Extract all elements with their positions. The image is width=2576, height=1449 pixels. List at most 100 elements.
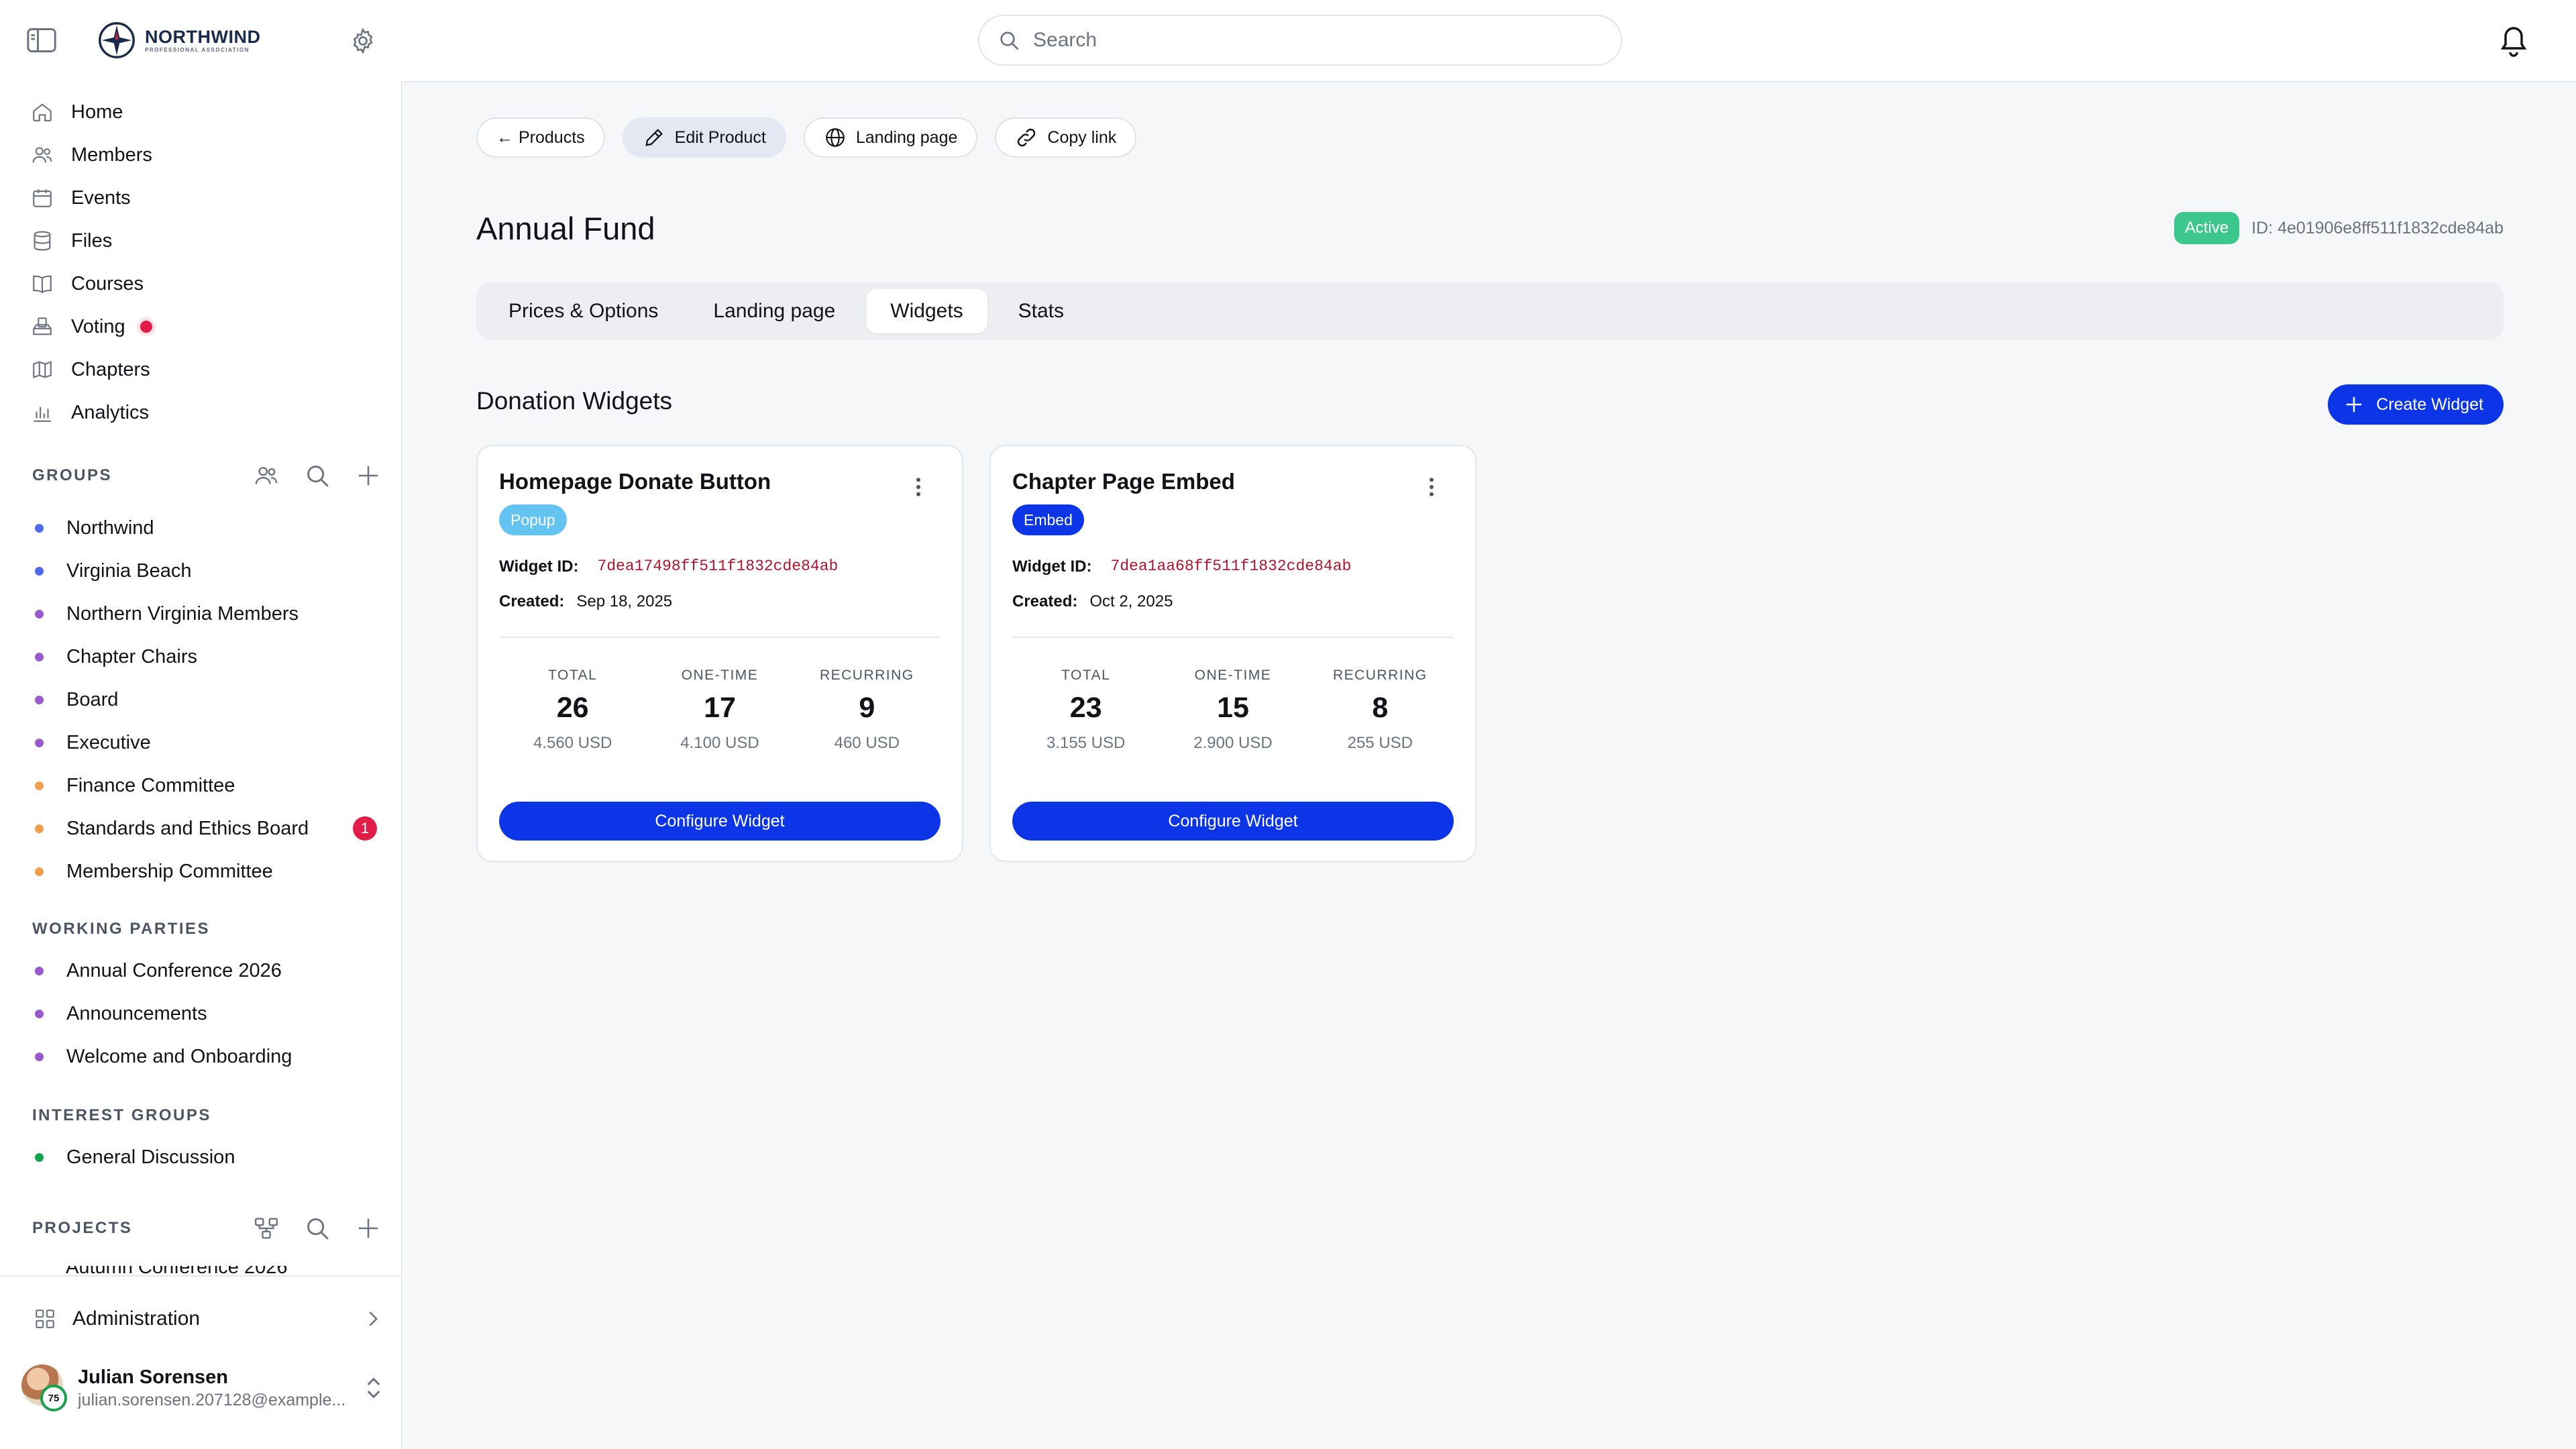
created-value: Sep 18, 2025 <box>576 592 673 610</box>
widget-type-badge: Popup <box>499 504 567 535</box>
top-bar: NORTHWIND PROFESSIONAL ASSOCIATION <box>0 0 2576 81</box>
back-to-products-button[interactable]: ← Products <box>476 117 605 158</box>
search-bar[interactable] <box>978 15 1622 66</box>
hierarchy-icon[interactable] <box>254 1216 279 1241</box>
stat-recurring: RECURRING 9 460 USD <box>800 667 934 753</box>
ballot-icon <box>33 317 52 335</box>
group-color-dot <box>35 1009 44 1018</box>
edit-product-button[interactable]: Edit Product <box>622 117 786 158</box>
main-content: ← Products Edit Product Landing page Cop… <box>404 81 2576 1449</box>
sidebar-toggle-icon[interactable] <box>27 27 56 54</box>
bell-icon[interactable] <box>2497 23 2530 58</box>
configure-widget-button[interactable]: Configure Widget <box>1012 802 1454 841</box>
user-email: julian.sorensen.207128@example.... <box>78 1391 346 1409</box>
tab-widgets[interactable]: Widgets <box>866 289 987 333</box>
section-title: INTEREST GROUPS <box>32 1106 211 1124</box>
plus-icon[interactable] <box>356 463 381 488</box>
more-vertical-icon[interactable] <box>915 477 922 497</box>
group-item[interactable]: Virginia Beach <box>35 549 384 592</box>
group-item[interactable]: Membership Committee <box>35 850 384 893</box>
widget-card: Homepage Donate Button Popup Widget ID: … <box>476 445 963 862</box>
stat-value: 8 <box>1372 692 1389 724</box>
stat-value: 26 <box>556 692 589 724</box>
group-item[interactable]: Annual Conference 2026 <box>35 949 384 992</box>
gear-icon[interactable] <box>349 27 377 55</box>
nav-item-events[interactable]: Events <box>31 176 380 219</box>
unread-count-badge: 1 <box>353 816 377 841</box>
group-item[interactable]: General Discussion <box>35 1136 384 1179</box>
group-label: Chapter Chairs <box>66 645 198 667</box>
stat-value: 15 <box>1217 692 1249 724</box>
pencil-icon <box>645 129 663 146</box>
calendar-icon <box>33 189 52 207</box>
nav-item-analytics[interactable]: Analytics <box>31 391 380 434</box>
search-icon[interactable] <box>305 463 330 488</box>
widget-id-value: 7dea17498ff511f1832cde84ab <box>597 557 839 575</box>
group-color-dot <box>35 523 44 533</box>
plus-icon[interactable] <box>356 1216 381 1241</box>
group-color-dot <box>35 738 44 747</box>
created-label: Created: <box>499 592 565 610</box>
create-widget-button[interactable]: Create Widget <box>2328 384 2504 425</box>
group-item[interactable]: Chapter Chairs <box>35 635 384 678</box>
compass-logo-icon <box>99 22 135 58</box>
stat-total: TOTAL 23 3.155 USD <box>1019 667 1153 753</box>
group-item[interactable]: Finance Committee <box>35 764 384 807</box>
group-item[interactable]: Welcome and Onboarding <box>35 1035 384 1078</box>
level-badge: 75 <box>40 1385 67 1411</box>
widget-created-row: Created: Sep 18, 2025 <box>499 592 672 611</box>
tab-landing-page[interactable]: Landing page <box>689 289 859 333</box>
widget-id-row: Widget ID: 7dea1aa68ff511f1832cde84ab <box>1012 557 1351 576</box>
stat-amount: 4.560 USD <box>533 734 612 752</box>
members-icon[interactable] <box>254 463 279 488</box>
nav-item-members[interactable]: Members <box>31 133 380 176</box>
tab-stats[interactable]: Stats <box>994 289 1088 333</box>
nav-label: Courses <box>71 272 144 294</box>
group-item[interactable]: Board <box>35 678 384 721</box>
group-item[interactable]: Executive <box>35 721 384 764</box>
avatar: 75 <box>21 1364 68 1411</box>
group-item[interactable]: Announcements <box>35 992 384 1035</box>
landing-page-button[interactable]: Landing page <box>803 117 978 158</box>
group-item[interactable]: Standards and Ethics Board 1 <box>35 807 384 850</box>
stat-label: RECURRING <box>819 667 914 683</box>
group-color-dot <box>35 1152 44 1162</box>
user-name: Julian Sorensen <box>78 1366 229 1388</box>
search-input[interactable] <box>1033 29 1570 52</box>
nav-item-files[interactable]: Files <box>31 219 380 262</box>
administration-link[interactable]: Administration <box>34 1302 382 1336</box>
created-value: Oct 2, 2025 <box>1089 592 1173 610</box>
status-badge: Active <box>2174 212 2240 244</box>
section-heading: Donation Widgets <box>476 387 673 415</box>
nav-item-courses[interactable]: Courses <box>31 262 380 305</box>
nav-label: Members <box>71 144 152 166</box>
nav-item-chapters[interactable]: Chapters <box>31 348 380 391</box>
more-vertical-icon[interactable] <box>1428 477 1435 497</box>
tab-prices-options[interactable]: Prices & Options <box>484 289 682 333</box>
chevron-up-down-icon <box>367 1377 380 1399</box>
user-menu[interactable]: 75 Julian Sorensen julian.sorensen.20712… <box>21 1360 384 1416</box>
nav-label: Events <box>71 186 131 209</box>
widget-stats: TOTAL 23 3.155 USD ONE-TIME 15 2.900 USD… <box>1012 667 1454 753</box>
widget-id-row: Widget ID: 7dea17498ff511f1832cde84ab <box>499 557 838 576</box>
section-title: PROJECTS <box>32 1219 133 1237</box>
nav-label: Chapters <box>71 358 150 380</box>
nav-label: Files <box>71 229 113 252</box>
nav-item-home[interactable]: Home <box>31 91 380 133</box>
search-icon[interactable] <box>305 1216 330 1241</box>
group-label: Northwind <box>66 517 154 539</box>
button-label: Landing page <box>855 127 958 147</box>
configure-widget-button[interactable]: Configure Widget <box>499 802 941 841</box>
nav-item-voting[interactable]: Voting <box>31 305 380 348</box>
copy-link-button[interactable]: Copy link <box>995 117 1137 158</box>
stat-value: 23 <box>1069 692 1102 724</box>
chevron-right-icon <box>369 1311 378 1326</box>
group-color-dot <box>35 566 44 576</box>
group-color-dot <box>35 781 44 790</box>
brand-logo[interactable]: NORTHWIND PROFESSIONAL ASSOCIATION <box>98 21 260 59</box>
nav-label: Home <box>71 101 123 123</box>
product-tabs: Prices & Options Landing page Widgets St… <box>476 282 2504 340</box>
group-item[interactable]: Northwind <box>35 506 384 549</box>
group-label: Virginia Beach <box>66 559 192 582</box>
group-item[interactable]: Northern Virginia Members <box>35 592 384 635</box>
